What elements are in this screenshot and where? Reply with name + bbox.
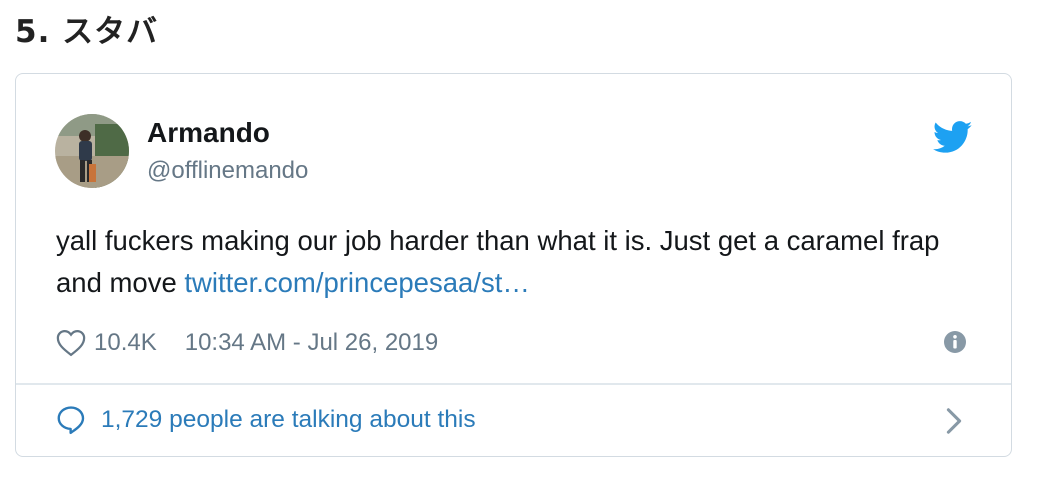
chevron-right-icon[interactable] bbox=[945, 407, 963, 435]
section-heading: 5. スタバ bbox=[15, 14, 159, 50]
comment-bubble-icon bbox=[57, 406, 85, 435]
page: 5. スタバ Armando @offlinemando yall fucker… bbox=[0, 0, 1039, 477]
like-count[interactable]: 10.4K bbox=[94, 329, 157, 357]
avatar[interactable] bbox=[55, 114, 129, 188]
author-name[interactable]: Armando bbox=[147, 117, 270, 149]
conversation-count-text[interactable]: 1,729 people are talking about this bbox=[101, 403, 476, 437]
tweet-text: yall fuckers making our job harder than … bbox=[56, 220, 956, 304]
tweet-timestamp[interactable]: 10:34 AM - Jul 26, 2019 bbox=[185, 329, 439, 357]
info-icon[interactable] bbox=[943, 330, 967, 354]
tweet-meta-row: 10.4K 10:34 AM - Jul 26, 2019 bbox=[56, 325, 438, 361]
twitter-bird-icon[interactable] bbox=[933, 121, 973, 154]
conversation-link[interactable]: 1,729 people are talking about this bbox=[16, 385, 1011, 456]
heart-icon[interactable] bbox=[56, 329, 86, 357]
avatar-image bbox=[55, 114, 129, 188]
author-handle[interactable]: @offlinemando bbox=[147, 156, 308, 186]
embedded-tweet-card[interactable]: Armando @offlinemando yall fuckers makin… bbox=[15, 73, 1012, 457]
tweet-link[interactable]: twitter.com/princepesaa/st… bbox=[184, 267, 529, 298]
